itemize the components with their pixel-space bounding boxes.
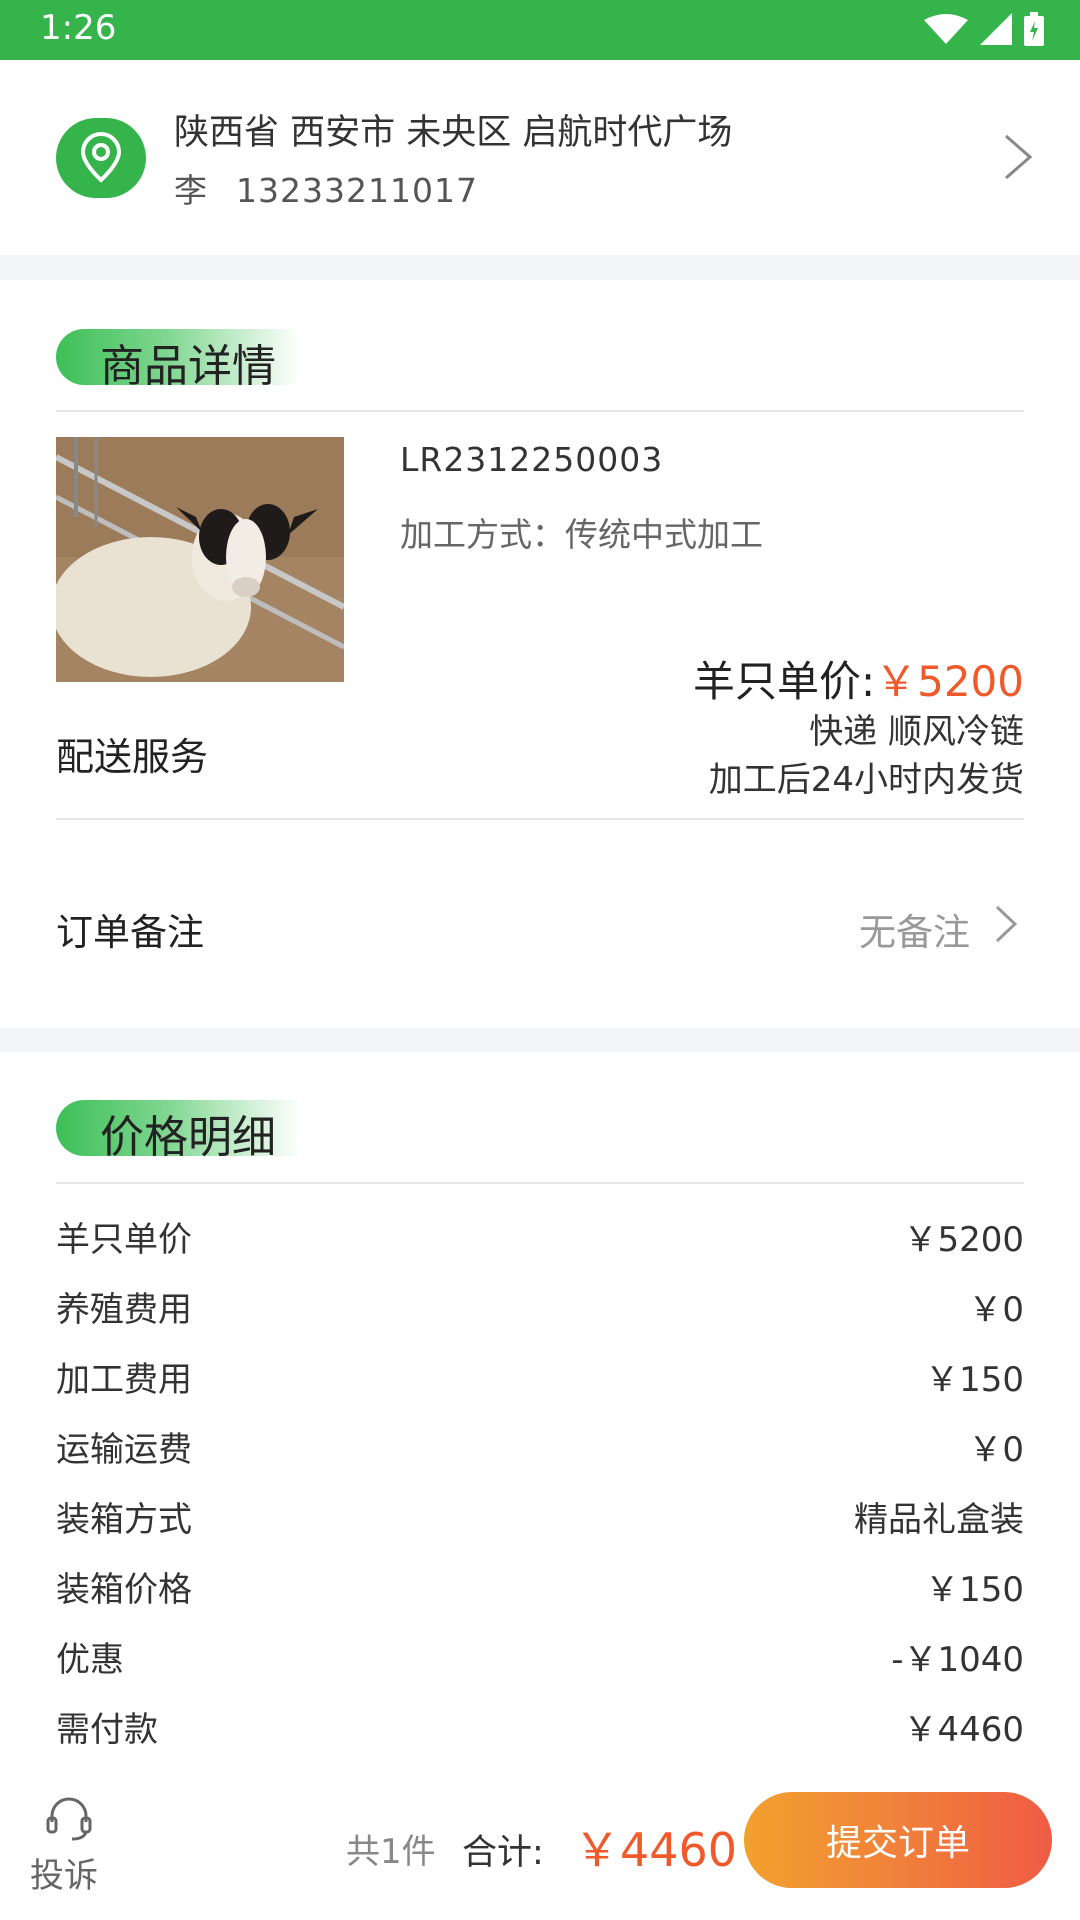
delivery-method: 快递 顺风冷链 — [809, 712, 1024, 752]
headset-icon — [46, 1797, 92, 1841]
contact-name: 李 — [174, 171, 208, 210]
address-text: 陕西省 西安市 未央区 启航时代广场 — [174, 113, 733, 153]
unit-price-value: ￥5200 — [875, 657, 1024, 706]
section-gap — [0, 255, 1080, 280]
chevron-right-icon — [995, 905, 1018, 943]
location-pin-icon — [56, 118, 146, 198]
divider — [56, 1182, 1024, 1184]
price-row-value: ￥0 — [968, 1430, 1024, 1470]
unit-price-label: 羊只单价: — [692, 657, 876, 706]
price-row-label: 优惠 — [56, 1640, 124, 1680]
price-row-value: ￥5200 — [903, 1220, 1024, 1260]
product-section-title: 商品详情 — [100, 341, 276, 392]
complain-label: 投诉 — [30, 1856, 98, 1896]
price-row-value: ￥150 — [925, 1570, 1024, 1610]
section-gap — [0, 1028, 1080, 1052]
item-count: 共1件 — [346, 1832, 436, 1872]
divider — [56, 410, 1024, 412]
price-row-value: -￥1040 — [891, 1640, 1024, 1680]
unit-price: 羊只单价:￥5200 — [693, 648, 1024, 709]
price-row-label: 装箱价格 — [56, 1570, 192, 1610]
price-row-value: 精品礼盒装 — [854, 1500, 1024, 1540]
remark-value: 无备注 — [859, 911, 970, 954]
price-row-label: 运输运费 — [56, 1430, 192, 1470]
contact-phone: 13233211017 — [236, 171, 478, 210]
product-code: LR2312250003 — [400, 440, 664, 479]
status-icons — [924, 12, 1044, 46]
price-row-value: ￥150 — [925, 1360, 1024, 1400]
address-contact: 李 13233211017 — [174, 164, 478, 212]
address-card[interactable]: 陕西省 西安市 未央区 启航时代广场 李 13233211017 — [0, 60, 1080, 255]
price-row-label: 加工费用 — [56, 1360, 192, 1400]
status-time: 1:26 — [40, 8, 117, 48]
submit-order-button[interactable]: 提交订单 — [744, 1792, 1052, 1888]
processing-method: 加工方式：传统中式加工 — [400, 515, 763, 554]
price-section-title: 价格明细 — [100, 1112, 276, 1163]
price-row-label: 养殖费用 — [56, 1290, 192, 1330]
delivery-label: 配送服务 — [56, 735, 209, 779]
battery-icon — [1024, 12, 1044, 46]
product-image — [56, 437, 344, 682]
wifi-icon — [924, 14, 968, 44]
price-row-value: ￥4460 — [903, 1710, 1024, 1750]
price-row-label: 需付款 — [56, 1710, 158, 1750]
chevron-right-icon — [1005, 134, 1033, 180]
divider — [56, 818, 1024, 820]
remark-label: 订单备注 — [56, 911, 204, 954]
delivery-time: 加工后24小时内发货 — [708, 760, 1024, 800]
price-row-label: 羊只单价 — [56, 1220, 192, 1260]
total-label: 合计: — [462, 1833, 544, 1873]
price-row-label: 装箱方式 — [56, 1500, 192, 1540]
total-value: ￥4460 — [574, 1823, 738, 1877]
signal-icon — [980, 13, 1012, 45]
status-bar: 1:26 — [0, 0, 1080, 60]
price-row-value: ￥0 — [968, 1290, 1024, 1330]
